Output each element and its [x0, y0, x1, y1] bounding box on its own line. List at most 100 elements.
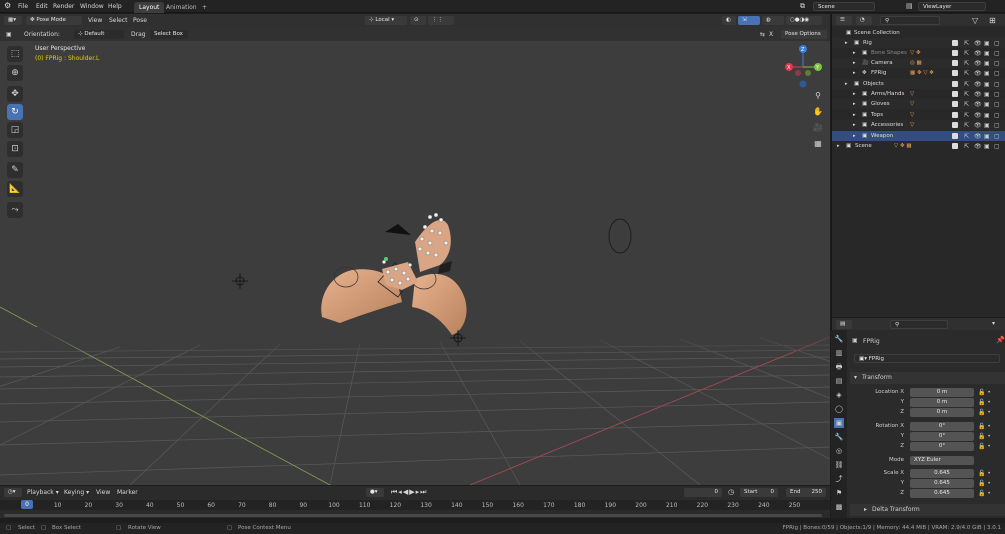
record-icon[interactable]: ●▾ [366, 488, 384, 497]
exclude-checkbox[interactable] [952, 101, 958, 107]
exclude-checkbox[interactable] [952, 40, 958, 46]
playback-controls-icon[interactable]: ⏮◂◀▶▸⏭ [391, 488, 427, 497]
render-tab-icon[interactable]: ▥ [834, 348, 844, 358]
lock-icon[interactable]: 🔓 • [978, 389, 991, 396]
menu-window[interactable]: Window [80, 3, 104, 10]
exclude-checkbox[interactable] [952, 91, 958, 97]
monitor-icon[interactable]: ▢ [994, 142, 1000, 152]
location-x-field[interactable]: 0 m [910, 388, 974, 397]
camera-render-icon[interactable]: ▣ [984, 69, 990, 79]
constraints-tab-icon[interactable]: ⛓ [834, 460, 844, 470]
outliner-row[interactable]: ▸ ▣ Objects ⇱ 👁 ▣ ▢ [832, 79, 1005, 89]
outliner-row[interactable]: ▸ ▣ Weapon ⇱ 👁 ▣ ▢ [832, 131, 1005, 141]
expand-arrow-icon[interactable]: ▸ [853, 68, 856, 78]
tab-layout[interactable]: Layout [134, 2, 165, 13]
arms-mesh[interactable] [321, 212, 467, 335]
menu-keying[interactable]: Keying ▾ [64, 489, 89, 496]
outliner-row[interactable]: ▸ ▣ Tops ▽ ⇱ 👁 ▣ ▢ [832, 110, 1005, 120]
scene-field[interactable]: Scene [813, 2, 875, 11]
tool-tab-icon[interactable]: 🔧 [834, 334, 844, 344]
properties-search-input[interactable]: ⚲ [890, 320, 948, 329]
exclude-checkbox[interactable] [952, 143, 958, 149]
shading-mode-icons[interactable]: ○●◑◉ [786, 16, 822, 25]
object-tab-icon[interactable]: ▣ [834, 418, 844, 428]
camera-render-icon[interactable]: ▣ [984, 121, 990, 131]
lock-icon[interactable]: 🔓 • [978, 443, 991, 450]
camera-icon[interactable]: 🎥 [811, 121, 825, 135]
menu-file[interactable]: File [18, 3, 28, 10]
filter-icon[interactable]: ▽ [972, 16, 978, 25]
select-toggle-icon[interactable]: ⇱ [964, 69, 969, 79]
rotation-z-field[interactable]: 0° [910, 442, 974, 451]
menu-edit[interactable]: Edit [36, 3, 48, 10]
timeline-scrollbar[interactable] [4, 514, 822, 517]
scale-z-field[interactable]: 0.645 [910, 489, 974, 498]
outliner-row[interactable]: ▸ ▣ Scene ▽ ✥ ▦ ⇱ 👁 ▣ ▢ [832, 141, 1005, 151]
lock-icon[interactable]: 🔓 • [978, 423, 991, 430]
lock-icon[interactable]: 🔓 • [978, 490, 991, 497]
pivot-icon[interactable]: ⊙ [410, 16, 426, 25]
lock-icon[interactable]: 🔓 • [978, 433, 991, 440]
overlay-icon[interactable]: ◍ [762, 16, 784, 25]
display-mode-icon[interactable]: ◔ [856, 16, 872, 25]
camera-render-icon[interactable]: ▣ [984, 100, 990, 110]
measure-icon[interactable]: 📐 [7, 181, 23, 197]
exclude-checkbox[interactable] [952, 133, 958, 139]
eye-icon[interactable]: 👁 [974, 121, 982, 131]
rotation-mode-select[interactable]: XYZ Euler [910, 456, 974, 465]
expand-arrow-icon[interactable]: ▸ [853, 120, 856, 130]
properties-editor-icon[interactable]: ▤ [836, 320, 852, 329]
exclude-checkbox[interactable] [952, 70, 958, 76]
outliner-search-input[interactable]: ⚲ [880, 16, 940, 25]
tab-animation[interactable]: Animation [161, 2, 202, 13]
outliner-row[interactable]: ▸ ▣ Arms/Hands ▽ ⇱ 👁 ▣ ▢ [832, 89, 1005, 99]
annotate-icon[interactable]: ✎ [7, 162, 23, 178]
expand-arrow-icon[interactable]: ▸ [853, 131, 856, 141]
outliner-editor-icon[interactable]: ☰ [836, 16, 852, 25]
pin-icon[interactable]: 📌 [996, 336, 1005, 344]
mode-select[interactable]: ✥ Pose Mode [26, 16, 82, 25]
expand-arrow-icon[interactable]: ▸ [845, 79, 848, 89]
object-name-field[interactable]: ▣▾ FPRig [854, 354, 1000, 363]
outliner-row[interactable]: ▸ ✥ FPRig ▦ ✥ ▽ ✥ ⇱ 👁 ▣ ▢ [832, 68, 1005, 78]
move-icon[interactable]: ✥ [7, 86, 23, 102]
pose-options-button[interactable]: Pose Options [781, 30, 827, 39]
exclude-checkbox[interactable] [952, 50, 958, 56]
rotate-icon[interactable]: ↻ [7, 104, 23, 120]
3d-viewport[interactable]: User Perspective (0) FPRig : Shoulder.L … [0, 27, 830, 485]
camera-render-icon[interactable]: ▣ [984, 142, 990, 152]
menu-help[interactable]: Help [108, 3, 122, 10]
new-collection-icon[interactable]: ⊞ [989, 16, 996, 25]
bone-tab-icon[interactable]: ⚑ [834, 488, 844, 498]
output-tab-icon[interactable]: 🖶 [834, 362, 844, 372]
monitor-icon[interactable]: ▢ [994, 100, 1000, 110]
scale-x-field[interactable]: 0.645 [910, 469, 974, 478]
view-layer-tab-icon[interactable]: ▤ [834, 376, 844, 386]
exclude-checkbox[interactable] [952, 112, 958, 118]
transform-panel-header[interactable]: ▾ Transform [850, 372, 1005, 384]
exclude-checkbox[interactable] [952, 60, 958, 66]
scene-tab-icon[interactable]: ◈ [834, 390, 844, 400]
zoom-icon[interactable]: ⚲ [811, 89, 825, 103]
outliner-row[interactable]: ▸ 🎥 Camera ◎ ▦ ⇱ 👁 ▣ ▢ [832, 58, 1005, 68]
orientation-select[interactable]: ⊹ Default [74, 30, 124, 39]
lock-icon[interactable]: 🔓 • [978, 470, 991, 477]
lock-icon[interactable]: 🔓 • [978, 480, 991, 487]
expand-arrow-icon[interactable]: ▸ [853, 89, 856, 99]
world-tab-icon[interactable]: ◯ [834, 404, 844, 414]
light-object[interactable] [232, 273, 248, 289]
editor-type-icon[interactable]: ▦▾ [4, 16, 22, 25]
expand-arrow-icon[interactable]: ▸ [853, 110, 856, 120]
menu-view[interactable]: View [88, 17, 102, 24]
expand-arrow-icon[interactable]: ▸ [837, 141, 840, 151]
menu-marker[interactable]: Marker [117, 489, 138, 496]
transform-orientation-select[interactable]: ⊹ Local ▾ [365, 16, 407, 25]
expand-arrow-icon[interactable]: ▸ [853, 58, 856, 68]
exclude-checkbox[interactable] [952, 122, 958, 128]
select-toggle-icon[interactable]: ⇱ [964, 142, 969, 152]
view-layer-field[interactable]: ViewLayer [918, 2, 986, 11]
tab-add-workspace[interactable]: + [197, 2, 212, 13]
delta-transform-panel-header[interactable]: ▸ Delta Transform [850, 504, 1005, 516]
modifier-tab-icon[interactable]: 🔧 [834, 432, 844, 442]
outliner-row[interactable]: ▸ ▣ Rig ⇱ 👁 ▣ ▢ [832, 38, 1005, 48]
